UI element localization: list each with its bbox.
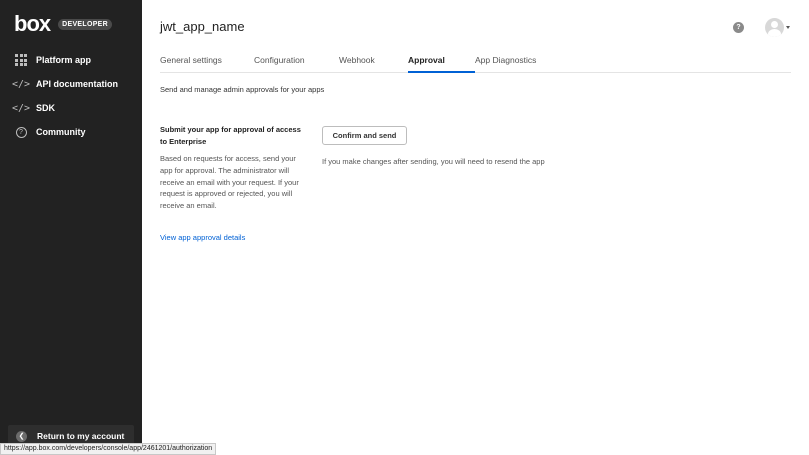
sidebar-item-label: API documentation	[36, 79, 119, 89]
sidebar-item-label: Platform app	[36, 55, 92, 65]
help-icon[interactable]: ?	[733, 22, 744, 33]
question-circle-icon: ?	[14, 125, 28, 139]
section-description: Based on requests for access, send your …	[160, 154, 299, 211]
sidebar-item-label: SDK	[36, 103, 56, 113]
sidebar: box DEVELOPER Platform app </> API docum…	[0, 0, 142, 455]
box-logo[interactable]: box DEVELOPER	[14, 11, 113, 36]
code-icon: </>	[11, 78, 31, 90]
sidebar-item-label: Community	[36, 127, 86, 137]
sidebar-item-platform-app[interactable]: Platform app	[0, 48, 142, 72]
sidebar-item-community[interactable]: ? Community	[0, 120, 142, 144]
return-label: Return to my account	[37, 431, 125, 441]
status-bar-url: https://app.box.com/developers/console/a…	[0, 443, 217, 455]
tab-general-settings[interactable]: General settings	[160, 55, 222, 65]
confirm-and-send-button[interactable]: Confirm and send	[322, 126, 407, 145]
chevron-down-icon[interactable]	[786, 26, 790, 29]
tab-app-diagnostics[interactable]: App Diagnostics	[475, 55, 536, 65]
tab-bar: General settings Configuration Webhook A…	[160, 48, 791, 73]
section-title: Submit your app for approval of access t…	[160, 125, 301, 146]
intro-text: Send and manage admin approvals for your…	[160, 85, 325, 94]
logo-text: box	[14, 11, 51, 36]
sidebar-nav: Platform app </> API documentation </> S…	[0, 48, 142, 144]
sidebar-item-sdk[interactable]: </> SDK	[0, 96, 142, 120]
tab-configuration[interactable]: Configuration	[254, 55, 305, 65]
developer-badge: DEVELOPER	[58, 18, 113, 30]
tab-webhook[interactable]: Webhook	[339, 55, 375, 65]
active-tab-indicator	[408, 71, 475, 73]
page-title: jwt_app_name	[160, 19, 245, 34]
view-approval-details-link[interactable]: View app approval details	[160, 233, 245, 242]
grid-icon	[14, 53, 28, 67]
sidebar-item-api-documentation[interactable]: </> API documentation	[0, 72, 142, 96]
resend-note: If you make changes after sending, you w…	[322, 157, 545, 166]
avatar[interactable]	[765, 18, 784, 37]
chevron-left-icon: ❮	[16, 430, 27, 442]
tab-approval[interactable]: Approval	[408, 55, 445, 65]
code-icon: </>	[11, 102, 31, 114]
